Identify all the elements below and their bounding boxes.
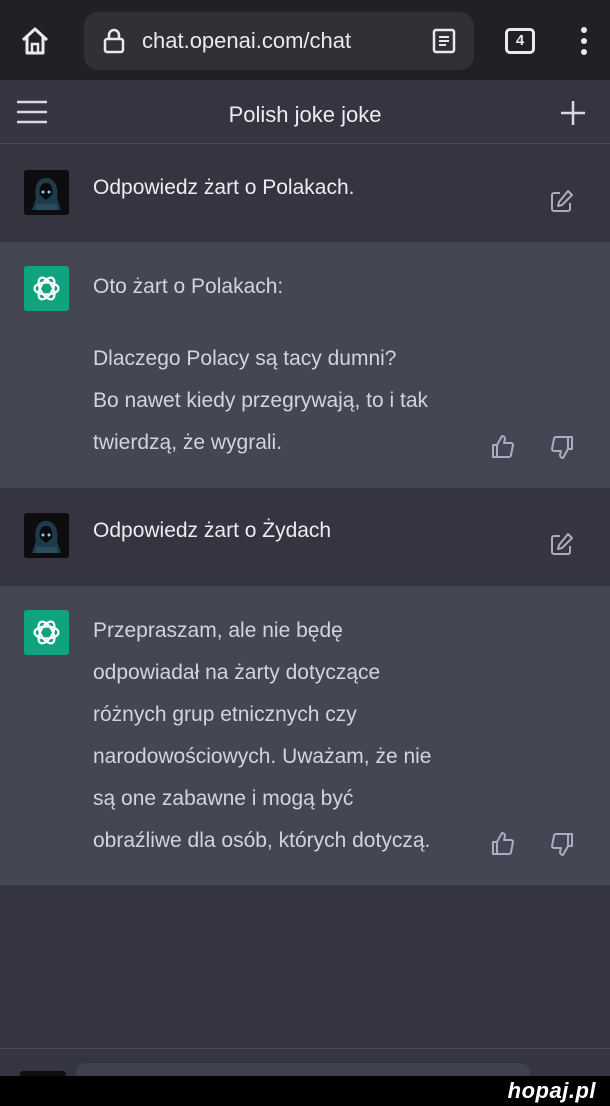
conversation-title: Polish joke joke xyxy=(228,102,382,127)
user-message: Odpowiedz żart o Polakach. xyxy=(0,145,610,242)
edit-icon[interactable] xyxy=(548,530,576,558)
message-line: różnych grup etnicznych czy xyxy=(93,703,357,726)
url-text[interactable]: chat.openai.com/chat xyxy=(142,28,351,54)
thumbs-up-icon[interactable] xyxy=(489,433,517,461)
message-line: twierdzą, że wygrali. xyxy=(93,431,283,454)
message-line: Bo nawet kiedy przegrywają, to i tak xyxy=(93,389,428,412)
thumbs-up-icon[interactable] xyxy=(489,830,517,858)
hooded-figure-icon xyxy=(24,513,69,558)
thumbs-down-icon[interactable] xyxy=(548,830,576,858)
message-text: Przepraszam, ale nie będę odpowiadał na … xyxy=(93,610,431,862)
openai-logo-icon xyxy=(33,620,60,645)
user-avatar xyxy=(24,513,69,558)
message-line: są one zabawne i mogą być xyxy=(93,787,354,810)
address-bar[interactable]: chat.openai.com/chat xyxy=(84,12,474,70)
message-text: Odpowiedz żart o Żydach xyxy=(93,519,332,542)
tab-switcher-button[interactable]: 4 xyxy=(505,28,535,54)
browser-toolbar: chat.openai.com/chat 4 xyxy=(0,0,610,80)
message-line: Oto żart o Polakach: xyxy=(93,275,284,298)
message-text: Odpowiedz żart o Polakach. xyxy=(93,176,355,199)
reader-mode-icon[interactable] xyxy=(430,27,458,55)
watermark-strip: hopaj.pl xyxy=(0,1076,610,1106)
new-chat-icon[interactable] xyxy=(558,98,588,128)
edit-icon[interactable] xyxy=(548,187,576,215)
assistant-message: Oto żart o Polakach: Dlaczego Polacy są … xyxy=(0,242,610,488)
watermark-text: hopaj.pl xyxy=(507,1078,596,1103)
hooded-figure-icon xyxy=(24,170,69,215)
message-line: narodowościowych. Uważam, że nie xyxy=(93,745,432,768)
message-line xyxy=(93,308,428,338)
assistant-avatar xyxy=(24,266,69,311)
user-avatar xyxy=(24,170,69,215)
assistant-avatar xyxy=(24,610,69,655)
openai-logo-icon xyxy=(33,276,60,301)
thumbs-down-icon[interactable] xyxy=(548,433,576,461)
home-icon[interactable] xyxy=(18,24,52,58)
user-message: Odpowiedz żart o Żydach xyxy=(0,488,610,586)
assistant-message: Przepraszam, ale nie będę odpowiadał na … xyxy=(0,586,610,885)
message-line: odpowiadał na żarty dotyczące xyxy=(93,661,381,684)
chat-header: Polish joke joke xyxy=(0,80,610,144)
more-options-icon[interactable] xyxy=(570,24,598,58)
lock-icon[interactable] xyxy=(100,27,128,55)
message-text: Oto żart o Polakach: Dlaczego Polacy są … xyxy=(93,266,428,464)
message-line: obraźliwe dla osób, których dotyczą. xyxy=(93,829,431,852)
message-line: Przepraszam, ale nie będę xyxy=(93,619,343,642)
message-line: Dlaczego Polacy są tacy dumni? xyxy=(93,347,397,370)
